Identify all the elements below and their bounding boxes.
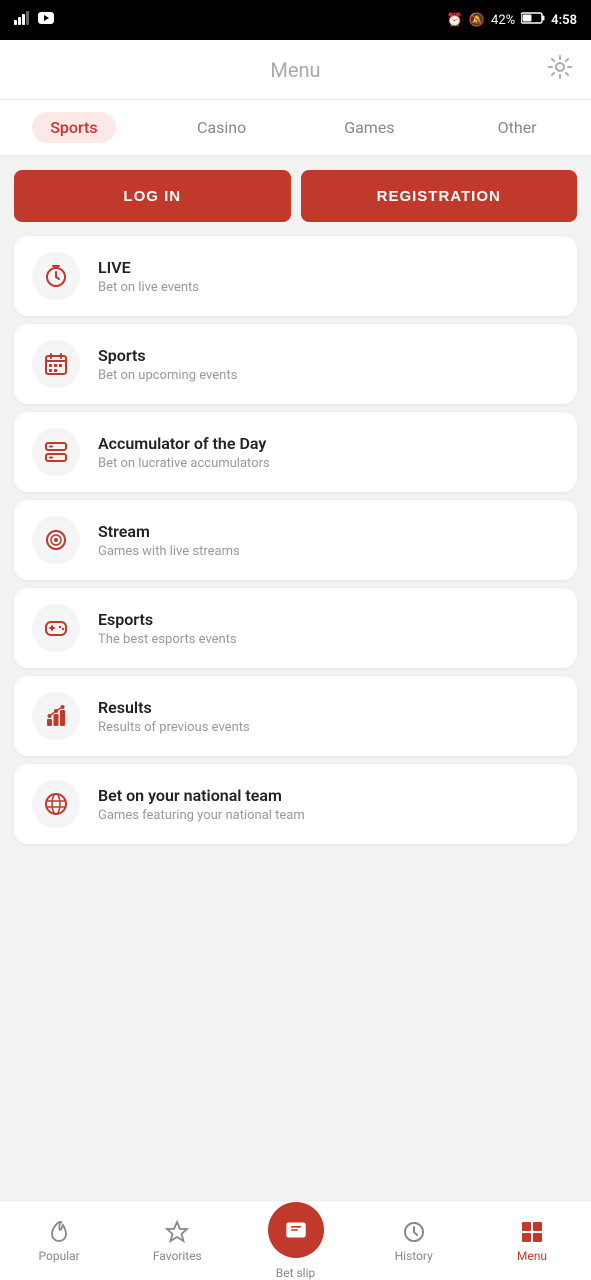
menu-item-stream[interactable]: Stream Games with live streams: [14, 500, 577, 580]
nav-betslip[interactable]: Bet slip: [236, 1201, 354, 1280]
accumulator-icon-wrap: [32, 428, 80, 476]
menu-item-esports[interactable]: Esports The best esports events: [14, 588, 577, 668]
results-text: Results Results of previous events: [98, 698, 250, 735]
popular-label: Popular: [39, 1249, 80, 1263]
menu-list: LIVE Bet on live events Sports Bet on up…: [0, 236, 591, 1200]
history-label: History: [395, 1249, 433, 1263]
time-display: 4:58: [551, 13, 577, 28]
settings-icon[interactable]: [547, 54, 573, 86]
status-bar: ⏰ 🔕 42% 4:58: [0, 0, 591, 40]
calendar-icon: [43, 351, 69, 377]
live-text: LIVE Bet on live events: [98, 258, 199, 295]
esports-subtitle: The best esports events: [98, 632, 237, 647]
header: Menu: [0, 40, 591, 100]
results-subtitle: Results of previous events: [98, 720, 250, 735]
stream-title: Stream: [98, 522, 240, 541]
tab-casino[interactable]: Casino: [148, 100, 296, 155]
clock-icon: [401, 1219, 427, 1245]
esports-title: Esports: [98, 610, 237, 629]
menu-item-national[interactable]: Bet on your national team Games featurin…: [14, 764, 577, 844]
youtube-icon: [38, 12, 54, 28]
bottom-nav: Popular Favorites Bet slip History: [0, 1200, 591, 1280]
national-subtitle: Games featuring your national team: [98, 808, 305, 823]
sports-title: Sports: [98, 346, 237, 365]
stopwatch-icon: [43, 263, 69, 289]
nav-history[interactable]: History: [355, 1201, 473, 1280]
stream-icon-wrap: [32, 516, 80, 564]
auth-row: LOG IN REGISTRATION: [0, 156, 591, 236]
results-icon-wrap: [32, 692, 80, 740]
menu-item-results[interactable]: Results Results of previous events: [14, 676, 577, 756]
accumulator-text: Accumulator of the Day Bet on lucrative …: [98, 434, 270, 471]
stream-text: Stream Games with live streams: [98, 522, 240, 559]
sports-text: Sports Bet on upcoming events: [98, 346, 237, 383]
results-title: Results: [98, 698, 250, 717]
esports-icon-wrap: [32, 604, 80, 652]
accumulator-icon: [43, 439, 69, 465]
national-text: Bet on your national team Games featurin…: [98, 786, 305, 823]
star-icon: [164, 1219, 190, 1245]
tab-games[interactable]: Games: [296, 100, 444, 155]
stream-icon: [43, 527, 69, 553]
accumulator-title: Accumulator of the Day: [98, 434, 270, 453]
flame-icon: [46, 1219, 72, 1245]
menu-item-sports[interactable]: Sports Bet on upcoming events: [14, 324, 577, 404]
battery-text: 42%: [491, 13, 515, 28]
status-right: ⏰ 🔕 42% 4:58: [447, 12, 577, 28]
live-icon-wrap: [32, 252, 80, 300]
status-left: [14, 11, 54, 29]
globe-icon: [43, 791, 69, 817]
tab-sports[interactable]: Sports: [0, 100, 148, 155]
alarm-icon: ⏰: [447, 13, 463, 28]
sports-subtitle: Bet on upcoming events: [98, 368, 237, 383]
mute-icon: 🔕: [469, 13, 485, 28]
national-title: Bet on your national team: [98, 786, 305, 805]
sports-icon-wrap: [32, 340, 80, 388]
menu-item-accumulator[interactable]: Accumulator of the Day Bet on lucrative …: [14, 412, 577, 492]
nav-popular[interactable]: Popular: [0, 1201, 118, 1280]
nav-favorites[interactable]: Favorites: [118, 1201, 236, 1280]
favorites-label: Favorites: [153, 1249, 202, 1263]
login-button[interactable]: LOG IN: [14, 170, 291, 222]
stream-subtitle: Games with live streams: [98, 544, 240, 559]
header-title: Menu: [270, 58, 320, 82]
gamepad-icon: [43, 615, 69, 641]
menu-item-live[interactable]: LIVE Bet on live events: [14, 236, 577, 316]
battery-icon: [521, 12, 545, 28]
menu-label: Menu: [517, 1249, 547, 1263]
accumulator-subtitle: Bet on lucrative accumulators: [98, 456, 270, 471]
esports-text: Esports The best esports events: [98, 610, 237, 647]
signal-icon: [14, 11, 32, 29]
national-icon-wrap: [32, 780, 80, 828]
register-button[interactable]: REGISTRATION: [301, 170, 578, 222]
betslip-circle[interactable]: [268, 1202, 324, 1258]
nav-menu[interactable]: Menu: [473, 1201, 591, 1280]
live-title: LIVE: [98, 258, 199, 277]
grid-icon: [519, 1219, 545, 1245]
live-subtitle: Bet on live events: [98, 280, 199, 295]
betslip-label: Bet slip: [276, 1266, 316, 1280]
ticket-icon: [282, 1216, 310, 1244]
results-icon: [43, 703, 69, 729]
tabs-bar: Sports Casino Games Other: [0, 100, 591, 156]
tab-other[interactable]: Other: [443, 100, 591, 155]
